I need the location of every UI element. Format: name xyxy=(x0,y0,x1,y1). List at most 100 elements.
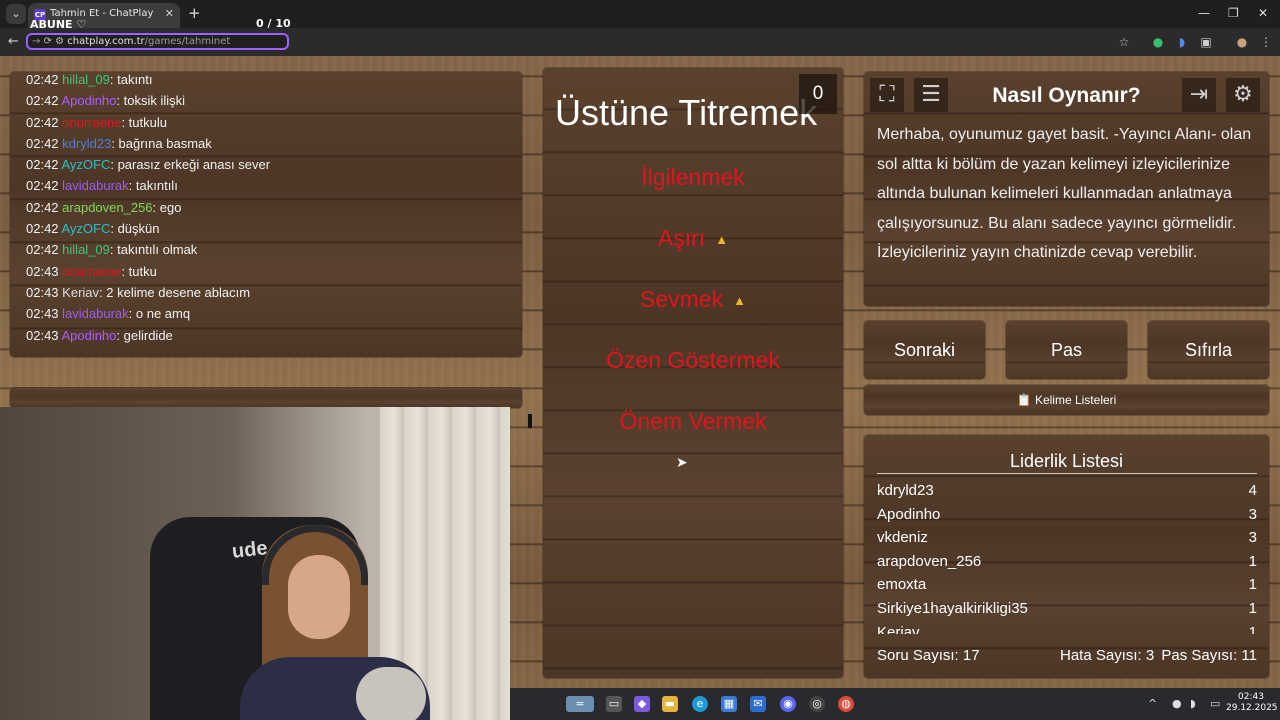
url-path: /games/tahminet xyxy=(144,36,231,47)
leaderboard-name: Keriav xyxy=(877,623,920,634)
leaderboard-row: kdryld23 4 xyxy=(877,482,1257,506)
leaderboard-score: 1 xyxy=(1248,623,1257,634)
extension-audio-icon[interactable]: ◗ xyxy=(1175,35,1189,49)
pass-button[interactable]: Pas xyxy=(1006,321,1127,379)
tray-mic-icon[interactable]: ● xyxy=(1172,697,1182,710)
leaderboard-name: vkdeniz xyxy=(877,529,928,547)
bookmark-star-icon[interactable]: ☆ xyxy=(1117,35,1131,49)
chat-text: : 2 kelime desene ablacım xyxy=(99,284,251,300)
chat-text: : ego xyxy=(152,199,182,215)
taskbar-taskview-icon[interactable]: ▭ xyxy=(606,696,622,712)
chat-panel: 02:42 hillal_09: takıntı 02:42 Apodinho : … xyxy=(10,72,532,428)
taskbar-clock[interactable]: 02:43 29.12.2025 xyxy=(1226,692,1278,714)
chat-username[interactable]: lavidaburak xyxy=(62,178,129,193)
leaderboard-score: 4 xyxy=(1248,482,1257,499)
forbidden-word-text: Önem Vermek xyxy=(619,408,767,434)
gear-icon[interactable]: ⚙ xyxy=(1226,78,1260,112)
webcam-person-hand xyxy=(356,667,426,720)
url-omnibox[interactable]: → ⟳ ⚙ chatplay.com.tr/games/tahminet xyxy=(26,33,289,50)
clock-date: 29.12.2025 xyxy=(1226,703,1278,713)
leaderboard-score: 3 xyxy=(1248,529,1257,547)
leaderboard-row: vkdeniz 3 xyxy=(877,529,1257,553)
browser-tab-bar: ⌄ CP Tahmin Et - ChatPlay ✕ + ABUNE ♡ 0 … xyxy=(0,0,1280,31)
word-lists-button[interactable]: 📋 Kelime Listeleri xyxy=(864,385,1269,415)
leaderboard-title: Liderlik Listesi xyxy=(1009,451,1124,471)
chat-text: : parasız erkeği anası sever xyxy=(110,157,271,173)
minimize-button[interactable]: — xyxy=(1198,6,1210,20)
chat-message: 02:42 AyzOFC: düşkün xyxy=(26,221,516,242)
chat-text: : tutkulu xyxy=(121,114,167,130)
new-tab-button[interactable]: + xyxy=(188,4,201,22)
chat-message: 02:42 hillal_09: takıntı xyxy=(26,72,516,93)
leaderboard-row: emoxta 1 xyxy=(877,576,1257,600)
chat-username[interactable]: Apodinho xyxy=(61,93,116,108)
chat-message: 02:43 Keriav: 2 kelime desene ablacım xyxy=(26,285,516,306)
tray-chevron-icon[interactable]: ^ xyxy=(1148,697,1157,710)
chat-username[interactable]: arapdoven_256 xyxy=(62,200,152,215)
chat-username[interactable]: AyzOFC xyxy=(61,221,110,236)
taskbar-mail-icon[interactable]: ✉ xyxy=(750,696,766,712)
chat-message: 02:42 hillal_09: takıntılı olmak xyxy=(26,242,516,263)
chat-timestamp: 02:43 xyxy=(26,327,59,343)
chat-username[interactable]: onurraene xyxy=(62,264,121,279)
chat-username[interactable]: hillal_09 xyxy=(62,242,110,257)
back-button[interactable]: ← xyxy=(8,34,19,50)
taskbar-explorer-icon[interactable]: ▬ xyxy=(662,696,678,712)
restore-button[interactable]: ❐ xyxy=(1228,6,1239,20)
leaderboard-score: 1 xyxy=(1248,599,1257,617)
forbidden-word: Sevmek ▲ xyxy=(543,286,843,347)
browser-menu-icon[interactable]: ⋮ xyxy=(1259,35,1273,49)
chat-username[interactable]: Keriav xyxy=(62,285,99,300)
chat-timestamp: 02:42 xyxy=(26,157,59,173)
leaderboard-row: Sirkiye1hayalkirikligi35 1 xyxy=(877,600,1257,624)
streamer-area-panel xyxy=(10,388,522,408)
game-card-panel: Üstüne Titremek 0 İlgilenmek Aşırı ▲ Sevmek… xyxy=(543,68,843,678)
profile-avatar-icon[interactable]: ● xyxy=(1235,35,1249,49)
next-button[interactable]: Sonraki xyxy=(864,321,985,379)
exit-icon[interactable]: ⇥ xyxy=(1182,78,1216,112)
taskbar-chrome-icon[interactable]: ◍ xyxy=(838,696,854,712)
warning-icon: ▲ xyxy=(715,232,729,248)
extension-shield-icon[interactable]: ● xyxy=(1151,35,1165,49)
chat-text: : tutku xyxy=(121,263,157,279)
chat-message: 02:42 kdryld23: bağrına basmak xyxy=(26,136,516,157)
windows-taskbar: ≈ ▭ ◆ ▬ e ▦ ✉ ◉ ◎ ◍ ^ ● ◗ ▭ xyxy=(510,688,1280,720)
chat-message: 02:43 lavidaburak: o ne amq xyxy=(26,306,516,327)
tray-network-icon[interactable]: ▭ xyxy=(1210,697,1220,710)
chat-message-list: 02:42 hillal_09: takıntı 02:42 Apodinho : … xyxy=(26,72,516,349)
taskbar-obs-icon[interactable]: ◎ xyxy=(809,696,825,712)
chat-username[interactable]: hillal_09 xyxy=(62,72,110,87)
chat-message: 02:43 onurraene: tutku xyxy=(26,264,516,285)
extensions-puzzle-icon[interactable]: ▣ xyxy=(1199,35,1213,49)
chat-username[interactable]: onurraene xyxy=(62,115,121,130)
taskbar-store-icon[interactable]: ▦ xyxy=(721,696,737,712)
taskbar-weather-icon[interactable]: ≈ xyxy=(566,696,594,712)
forbidden-word: Özen Göstermek xyxy=(543,347,843,408)
chat-username[interactable]: lavidaburak xyxy=(62,306,129,321)
chat-timestamp: 02:43 xyxy=(26,263,59,279)
taskbar-edge-icon[interactable]: e xyxy=(692,696,708,712)
taskbar-discord-icon[interactable]: ◉ xyxy=(780,696,796,712)
chat-scrollbar[interactable] xyxy=(528,414,532,428)
chat-username[interactable]: AyzOFC xyxy=(61,157,110,172)
chat-username[interactable]: kdryld23 xyxy=(62,136,111,151)
site-info-icon[interactable]: ⚙ xyxy=(55,36,67,47)
chat-message: 02:42 AyzOFC: parasız erkeği anası sever xyxy=(26,157,516,178)
reload-icon[interactable]: ⟳ xyxy=(44,36,56,47)
leaderboard-divider xyxy=(877,473,1257,474)
window-close-button[interactable]: ✕ xyxy=(1258,6,1268,20)
url-host: chatplay.com.tr xyxy=(67,36,145,47)
chat-timestamp: 02:43 xyxy=(26,306,59,322)
word-lists-label: Kelime Listeleri xyxy=(1034,393,1117,407)
leaderboard-name: Sirkiye1hayalkirikligi35 xyxy=(877,599,1028,617)
tab-close-icon[interactable]: ✕ xyxy=(165,7,174,20)
tab-search-button[interactable]: ⌄ xyxy=(6,4,26,24)
forward-icon[interactable]: → xyxy=(32,36,44,47)
chat-username[interactable]: Apodinho xyxy=(61,328,116,343)
leaderboard-score: 3 xyxy=(1248,505,1257,523)
reset-button[interactable]: Sıfırla xyxy=(1148,321,1269,379)
warning-icon: ▲ xyxy=(733,293,746,309)
tray-speaker-icon[interactable]: ◗ xyxy=(1190,697,1196,710)
forbidden-word-text: Sevmek xyxy=(640,286,724,312)
taskbar-copilot-icon[interactable]: ◆ xyxy=(634,696,650,712)
